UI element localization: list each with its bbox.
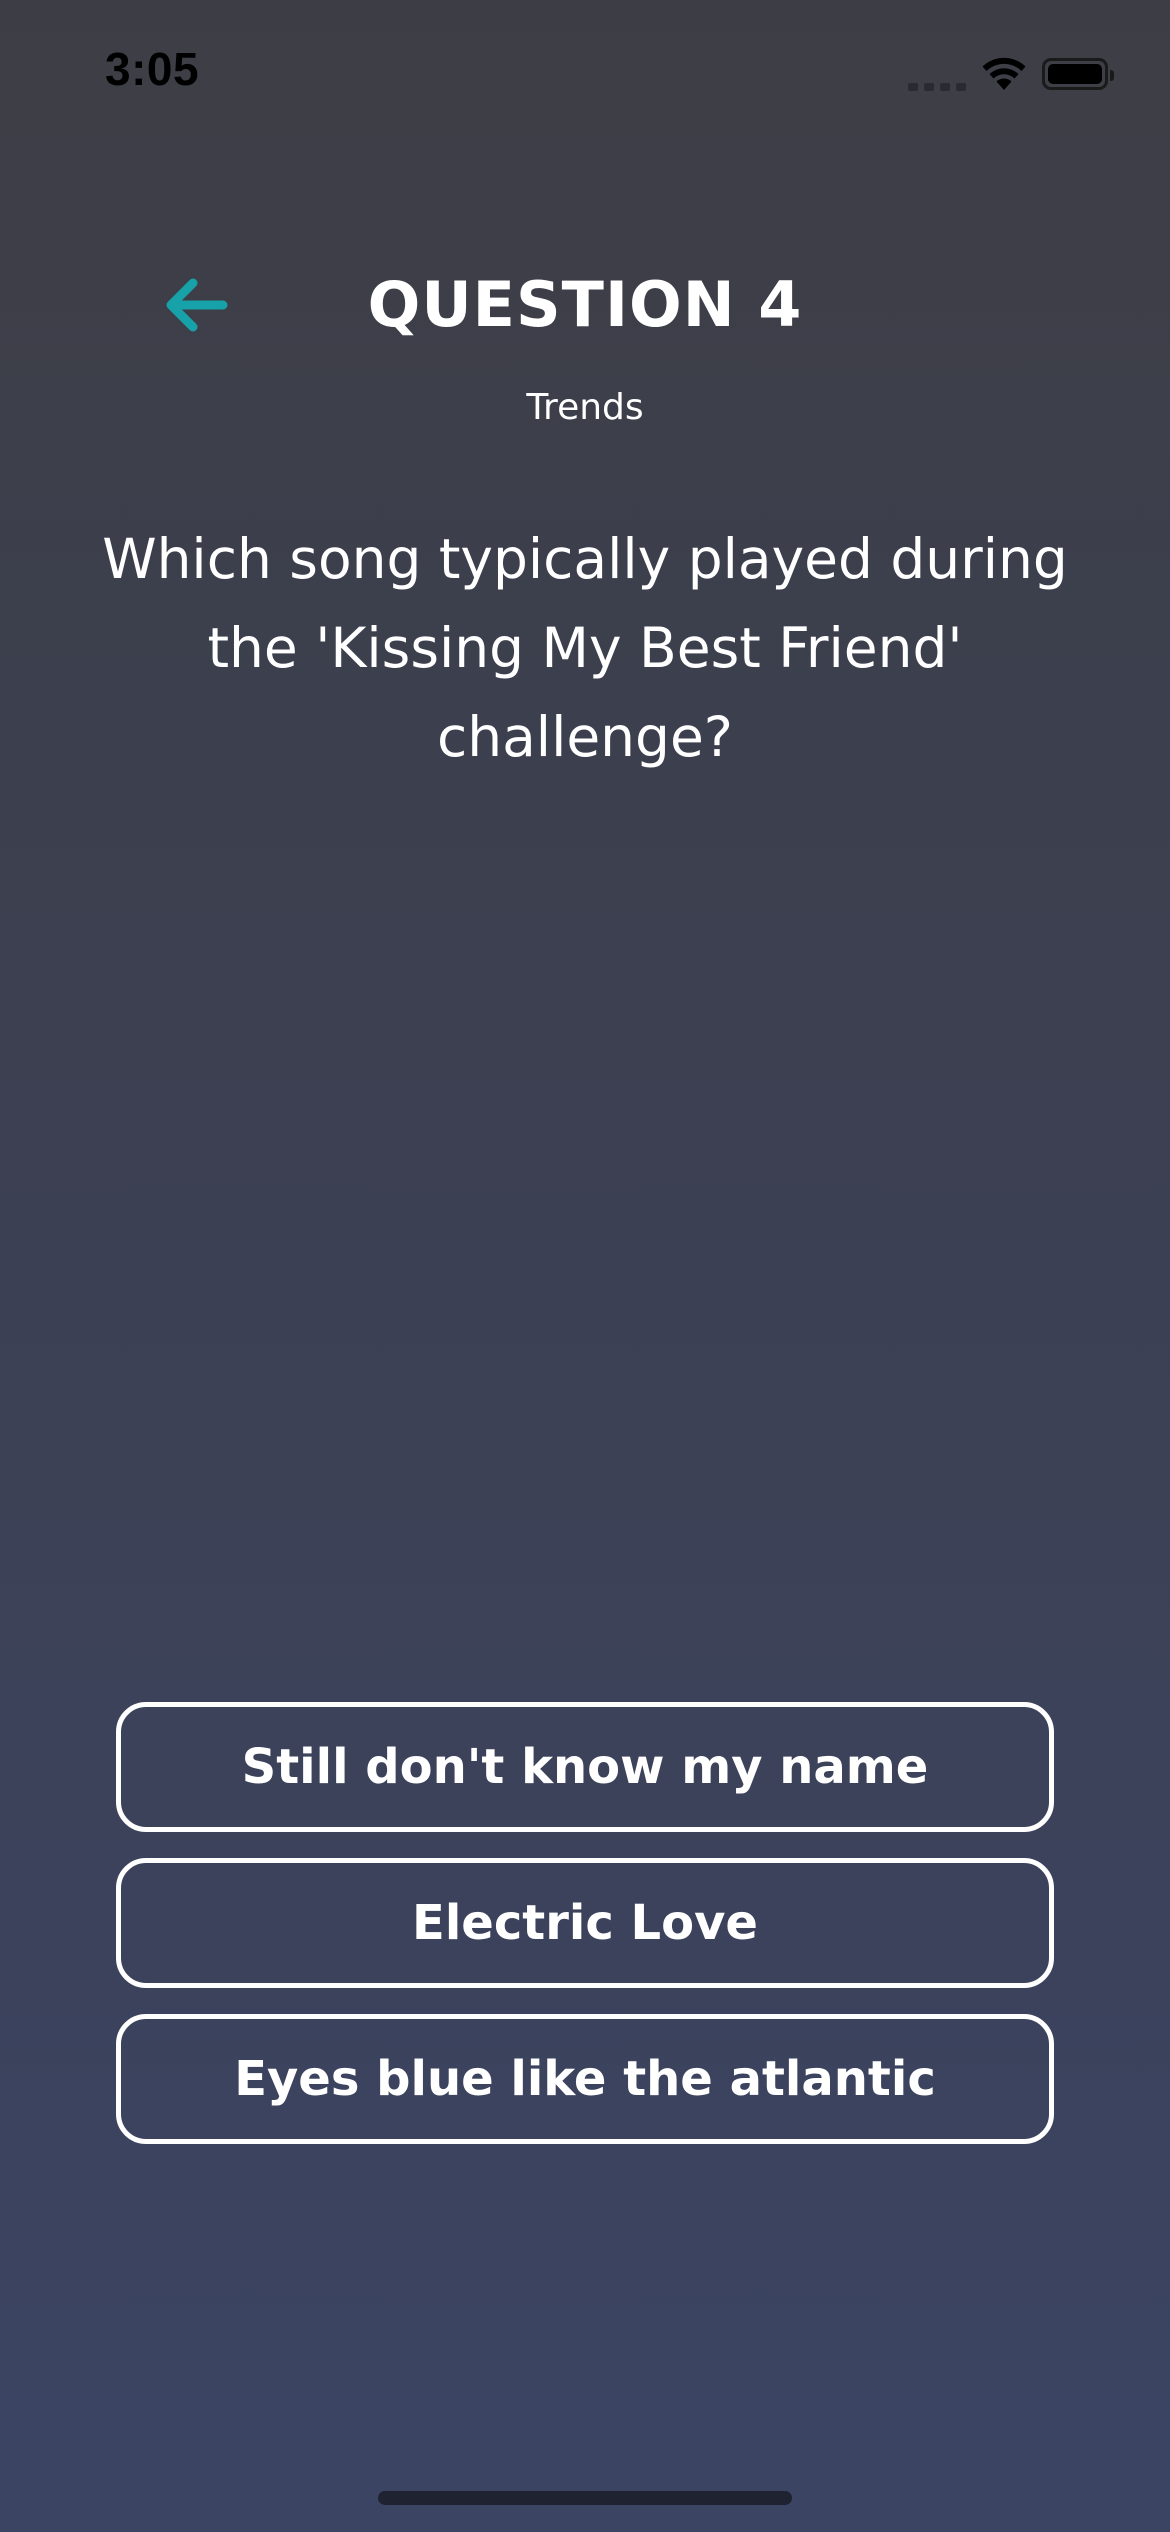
category-label: Trends [526,387,644,428]
answer-option-2[interactable]: Electric Love [116,1858,1054,1988]
question-text: Which song typically played during the '… [102,527,1068,769]
status-icons [908,54,1114,94]
wifi-icon [982,57,1026,90]
page-title: QUESTION 4 [367,268,803,341]
status-bar: 3:05 [0,0,1170,140]
cellular-signal-icon [908,57,966,91]
status-time: 3:05 [105,43,200,95]
answer-option-3[interactable]: Eyes blue like the atlantic [116,2014,1054,2144]
home-indicator[interactable] [378,2491,792,2505]
battery-icon [1042,58,1114,90]
answer-option-1[interactable]: Still don't know my name [116,1702,1054,1832]
answer-list: Still don't know my name Electric Love E… [116,1702,1054,2144]
